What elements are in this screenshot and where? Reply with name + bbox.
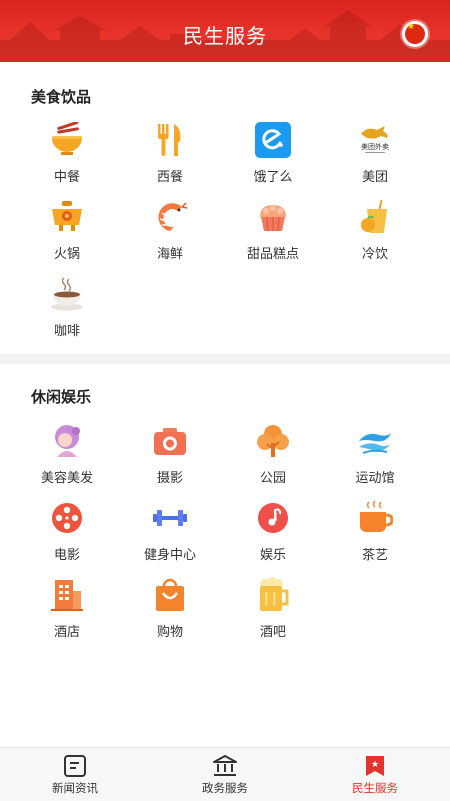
grid-item-fitness-center[interactable]: 健身中心 — [115, 500, 225, 563]
tea-cup-icon — [360, 500, 393, 532]
grid-item-chinese-food[interactable]: 中餐 — [12, 122, 122, 185]
leisure-entertainment-section: 休闲娱乐 美容美发 摄影 公园 运动馆 电影 健身中心 娱乐 茶艺 酒店 购物 … — [0, 364, 450, 747]
item-label: 公园 — [259, 471, 286, 486]
hotel-building-icon — [51, 580, 83, 611]
grid-item-sports-hall[interactable]: 运动馆 — [320, 423, 430, 486]
grid-item-shopping[interactable]: 购物 — [115, 577, 225, 640]
china-flag-icon[interactable]: ★ — [402, 21, 428, 47]
eleme-logo-icon — [255, 122, 291, 158]
grid-item-hotpot[interactable]: 火锅 — [12, 199, 122, 262]
grid-item-bar[interactable]: 酒吧 — [218, 577, 328, 640]
item-label: 甜品糕点 — [246, 247, 299, 262]
grid-item-hotel[interactable]: 酒店 — [12, 577, 122, 640]
tab-news[interactable]: 新闻资讯 — [0, 748, 150, 801]
item-label: 健身中心 — [143, 548, 196, 563]
tab-label: 新闻资讯 — [52, 781, 98, 795]
item-label: 运动馆 — [355, 471, 395, 486]
svg-text:美团外卖: 美团外卖 — [361, 142, 389, 151]
grid-item-seafood[interactable]: 海鲜 — [115, 199, 225, 262]
tab-livelihood-services[interactable]: ★ 民生服务 — [300, 748, 450, 801]
item-label: 酒店 — [53, 625, 80, 640]
grid-item-meituan[interactable]: 美团外卖 美团 — [320, 122, 430, 185]
item-label: 购物 — [156, 625, 183, 640]
shrimp-icon — [158, 202, 188, 231]
item-label: 西餐 — [156, 170, 183, 185]
item-label: 电影 — [53, 548, 80, 563]
cake-icon — [260, 205, 286, 232]
grid-item-western-food[interactable]: 西餐 — [115, 122, 225, 185]
item-label: 酒吧 — [259, 625, 286, 640]
hotpot-icon — [52, 201, 82, 231]
item-label: 娱乐 — [259, 548, 286, 563]
item-label: 中餐 — [53, 170, 80, 185]
section-title: 美食饮品 — [31, 88, 92, 106]
coffee-cup-icon — [51, 277, 83, 311]
top-header: 民生服务 ★ — [0, 0, 450, 62]
grid-item-photography[interactable]: 摄影 — [115, 423, 225, 486]
film-reel-icon — [52, 503, 82, 533]
wave-icon — [359, 433, 391, 454]
item-label: 茶艺 — [361, 548, 388, 563]
item-label: 美容美发 — [40, 471, 93, 486]
grid-item-park[interactable]: 公园 — [218, 423, 328, 486]
grid-item-beauty-salon[interactable]: 美容美发 — [12, 423, 122, 486]
music-note-icon — [258, 503, 288, 533]
ribbon-star-icon: ★ — [366, 756, 384, 776]
tree-icon — [257, 425, 289, 457]
section-title: 休闲娱乐 — [31, 388, 92, 406]
cold-drink-icon — [361, 199, 387, 233]
camera-icon — [154, 428, 186, 455]
svg-text:★: ★ — [371, 760, 379, 770]
item-label: 咖啡 — [53, 324, 80, 339]
tab-label: 民生服务 — [352, 781, 398, 795]
bottom-tab-bar: 新闻资讯 政务服务 ★ 民生服务 — [0, 747, 450, 801]
item-label: 火锅 — [53, 247, 80, 262]
tab-government-services[interactable]: 政务服务 — [150, 748, 300, 801]
beer-mug-icon — [260, 577, 289, 611]
item-label: 海鲜 — [156, 247, 183, 262]
dumbbell-icon — [153, 510, 187, 526]
grid-item-coffee[interactable]: 咖啡 — [12, 276, 122, 339]
grid-item-movie[interactable]: 电影 — [12, 500, 122, 563]
food-drink-section: 美食饮品 中餐 西餐 饿了么 美团外卖 美团 火锅 海鲜 甜品糕点 冷饮 咖啡 — [0, 62, 450, 354]
tab-label: 政务服务 — [202, 781, 248, 795]
hair-salon-icon — [55, 425, 80, 457]
grid-item-entertainment[interactable]: 娱乐 — [218, 500, 328, 563]
government-building-icon — [213, 755, 237, 776]
grid-item-eleme[interactable]: 饿了么 — [218, 122, 328, 185]
item-label: 美团 — [361, 170, 388, 185]
page-title: 民生服务 — [183, 24, 267, 48]
grid-item-dessert[interactable]: 甜品糕点 — [218, 199, 328, 262]
meituan-kangaroo-icon: 美团外卖 — [361, 126, 389, 153]
item-label: 摄影 — [156, 471, 183, 486]
item-label: 冷饮 — [361, 247, 388, 262]
news-icon — [64, 755, 86, 777]
noodle-bowl-icon — [52, 122, 82, 155]
grid-item-cold-drinks[interactable]: 冷饮 — [320, 199, 430, 262]
shopping-bag-icon — [156, 578, 184, 611]
item-label: 饿了么 — [253, 170, 293, 185]
grid-item-tea-art[interactable]: 茶艺 — [320, 500, 430, 563]
fork-knife-icon — [158, 124, 181, 156]
